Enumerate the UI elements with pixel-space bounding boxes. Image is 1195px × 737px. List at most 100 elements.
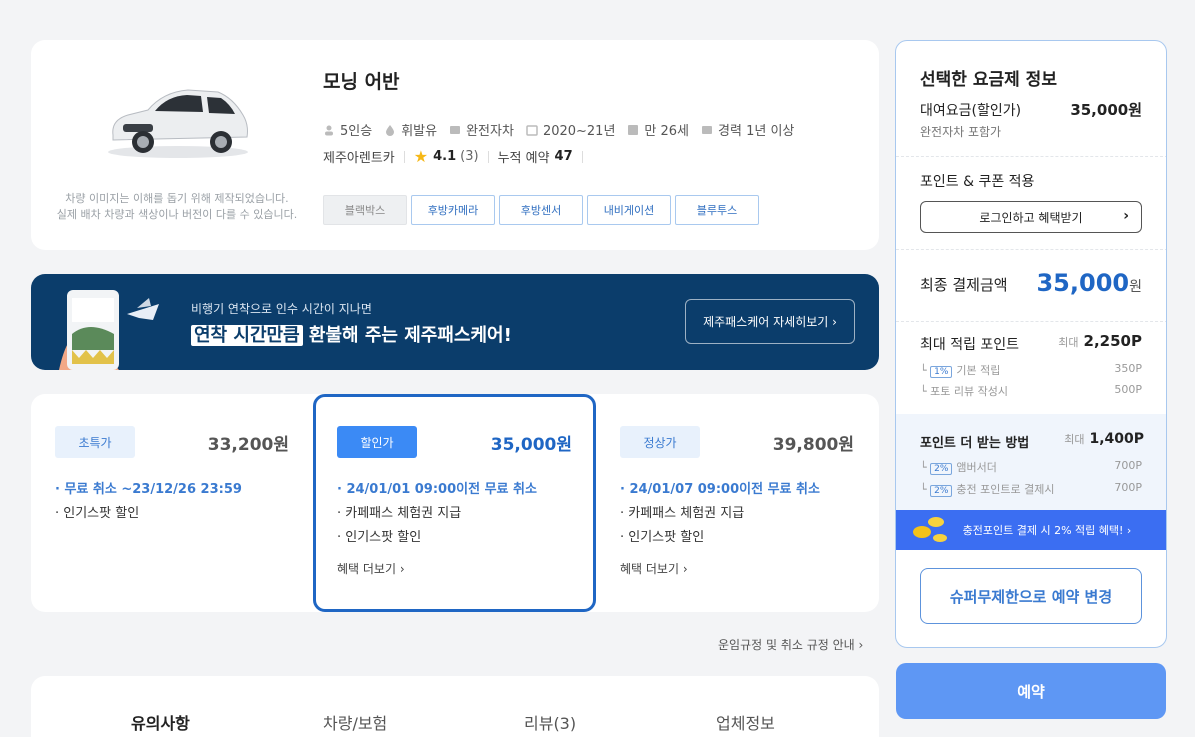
tag-rear-sensor: 후방센서 <box>499 195 583 225</box>
jejupass-care-banner[interactable]: 비행기 연착으로 인수 시간이 지나면 연착 시간만큼 환불해 주는 제주패스케… <box>31 274 879 370</box>
jejupass-care-detail-button[interactable]: 제주패스케어 자세히보기 › <box>685 299 855 344</box>
max-point: 최대 2,250P <box>1058 332 1142 350</box>
divider <box>896 321 1166 322</box>
plan-price: 33,200원 <box>207 435 289 455</box>
option-tags: 블랙박스 후방카메라 후방센서 내비게이션 블루투스 <box>323 195 763 225</box>
tag-blackbox: 블랙박스 <box>323 195 407 225</box>
max-prefix: 최대 <box>1058 336 1079 349</box>
login-benefit-button[interactable]: 로그인하고 혜택받기 › <box>920 201 1142 233</box>
super-unlimited-change-button[interactable]: 슈퍼무제한으로 예약 변경 <box>920 568 1142 624</box>
phone-plane-illustration <box>59 290 159 370</box>
spec-year: 2020~21년 <box>542 124 616 139</box>
tag-rear-camera: 후방카메라 <box>411 195 495 225</box>
rent-fee-value: 35,000원 <box>1070 101 1142 119</box>
divider <box>403 150 405 163</box>
chevron-right-icon: › <box>1123 208 1129 224</box>
charge-point-label: 충전 포인트로 결제시 <box>956 483 1055 496</box>
banner-highlight: 연착 시간만큼 <box>191 325 303 346</box>
car-title: 모닝 어반 <box>323 71 400 93</box>
insurance-icon <box>450 125 461 134</box>
final-amount: 35,000원 <box>1036 269 1142 297</box>
panel-title: 선택한 요금제 정보 <box>920 70 1057 90</box>
tab-company-info[interactable]: 업체정보 <box>716 710 775 734</box>
plan-cancel-policy: · 24/01/07 09:00이전 무료 취소 <box>620 482 820 497</box>
plan-benefit: · 인기스팟 할인 <box>337 530 422 545</box>
car-image-note: 차량 이미지는 이해를 돕기 위해 제작되었습니다. 실제 배차 차량과 색상이… <box>56 192 298 221</box>
basic-point-label: 기본 적립 <box>956 364 1001 377</box>
car-image <box>108 89 248 158</box>
plan-regular[interactable]: 정상가 39,800원 · 24/01/07 09:00이전 무료 취소 · 카… <box>596 394 878 612</box>
bookings-count: 47 <box>554 149 573 164</box>
tab-reviews[interactable]: 리뷰(3) <box>524 710 576 734</box>
divider <box>896 249 1166 250</box>
divider <box>487 150 489 163</box>
plan-benefit: · 카페패스 체험권 지급 <box>337 506 462 521</box>
login-benefit-label: 로그인하고 혜택받기 <box>979 210 1083 225</box>
divider <box>581 150 583 163</box>
howto-value: 1,400P <box>1089 431 1144 447</box>
benefit-more-link[interactable]: 혜택 더보기 › <box>620 560 688 577</box>
spec-fuel: 휘발유 <box>401 124 438 139</box>
charge-point-value: 700P <box>1114 481 1142 494</box>
plan-cancel-policy: · 24/01/01 09:00이전 무료 취소 <box>337 482 537 497</box>
coupon-label: 포인트 & 쿠폰 적용 <box>920 174 1035 190</box>
age-icon <box>628 124 639 135</box>
benefit-more-link[interactable]: 혜택 더보기 › <box>337 560 405 577</box>
plan-price: 35,000원 <box>490 435 572 455</box>
plan-badge: 정상가 <box>620 426 700 458</box>
photo-review-row: └ 포토 리뷰 작성시 500P <box>920 383 1142 398</box>
tab-car-insurance[interactable]: 차량/보험 <box>323 710 387 734</box>
max-point-value: 2,250P <box>1083 332 1142 350</box>
basic-pct: 1% <box>930 366 953 378</box>
ambassador-label: 앰버서더 <box>956 461 997 474</box>
person-icon <box>325 125 333 135</box>
photo-review-label: 포토 리뷰 작성시 <box>930 385 1008 398</box>
final-amount-label: 최종 결제금액 <box>920 276 1008 294</box>
more-points-section: 포인트 더 받는 방법 최대 1,400P └ 2% 앰버서더 700P └ 2%… <box>896 414 1166 510</box>
plan-price: 39,800원 <box>772 435 854 455</box>
coins-icon <box>913 517 947 542</box>
banner-headline-rest: 환불해 주는 제주패스케어! <box>302 325 512 346</box>
detail-tabs: 유의사항 차량/보험 리뷰(3) 업체정보 <box>31 676 879 737</box>
tab-notice[interactable]: 유의사항 <box>131 710 190 734</box>
selected-plan-panel: 선택한 요금제 정보 대여요금(할인가) 35,000원 완전자차 포함가 포인… <box>895 40 1167 648</box>
ambassador-value: 700P <box>1114 459 1142 472</box>
plan-benefit: · 카페패스 체험권 지급 <box>620 506 745 521</box>
plan-discount-selected[interactable]: 할인가 35,000원 · 24/01/01 09:00이전 무료 취소 · 카… <box>313 394 596 612</box>
plan-badge: 초특가 <box>55 426 135 458</box>
charge-point-row: └ 2% 충전 포인트로 결제시 700P <box>920 481 1142 497</box>
rent-fee-label: 대여요금(할인가) <box>920 103 1022 119</box>
banner-headline: 연착 시간만큼 환불해 주는 제주패스케어! <box>191 321 512 347</box>
howto-max: 최대 1,400P <box>1064 431 1144 447</box>
reserve-button[interactable]: 예약 <box>896 663 1166 719</box>
plan-benefit: · 인기스팟 할인 <box>620 530 705 545</box>
spec-age: 만 26세 <box>644 124 690 139</box>
final-amount-value: 35,000 <box>1036 269 1130 297</box>
fuel-drop-icon <box>386 124 395 136</box>
final-amount-unit: 원 <box>1129 279 1142 295</box>
company-name[interactable]: 제주아렌트카 <box>323 147 395 166</box>
plan-cancel-policy: · 무료 취소 ~23/12/26 23:59 <box>55 482 242 497</box>
tag-navigation: 내비게이션 <box>587 195 671 225</box>
calendar-icon <box>526 124 538 136</box>
bookings-label: 누적 예약 <box>497 151 550 166</box>
charge-point-banner[interactable]: 충전포인트 결제 시 2% 적립 혜택! › <box>896 510 1166 550</box>
divider <box>896 156 1166 157</box>
max-prefix: 최대 <box>1064 433 1085 446</box>
fare-rules-link[interactable]: 운임규정 및 취소 규정 안내 › <box>718 636 863 653</box>
ambassador-row: └ 2% 앰버서더 700P <box>920 459 1142 475</box>
basic-point-value: 350P <box>1114 362 1142 375</box>
company-row: 제주아렌트카 ★ 4.1 (3) 누적 예약 47 <box>323 147 592 166</box>
rating: 4.1 <box>433 149 457 164</box>
review-count: (3) <box>460 149 479 164</box>
spec-insurance: 완전자차 <box>466 124 514 139</box>
ambassador-pct: 2% <box>930 463 953 475</box>
spec-seats: 5인승 <box>340 124 373 139</box>
plan-badge: 할인가 <box>337 426 417 458</box>
max-point-label: 최대 적립 포인트 <box>920 337 1020 353</box>
plan-special[interactable]: 초특가 33,200원 · 무료 취소 ~23/12/26 23:59 · 인기… <box>31 394 313 612</box>
plan-benefit: · 인기스팟 할인 <box>55 506 140 521</box>
car-info-card: 차량 이미지는 이해를 돕기 위해 제작되었습니다. 실제 배차 차량과 색상이… <box>31 40 879 250</box>
star-icon: ★ <box>413 147 429 166</box>
howto-label: 포인트 더 받는 방법 <box>920 436 1030 451</box>
